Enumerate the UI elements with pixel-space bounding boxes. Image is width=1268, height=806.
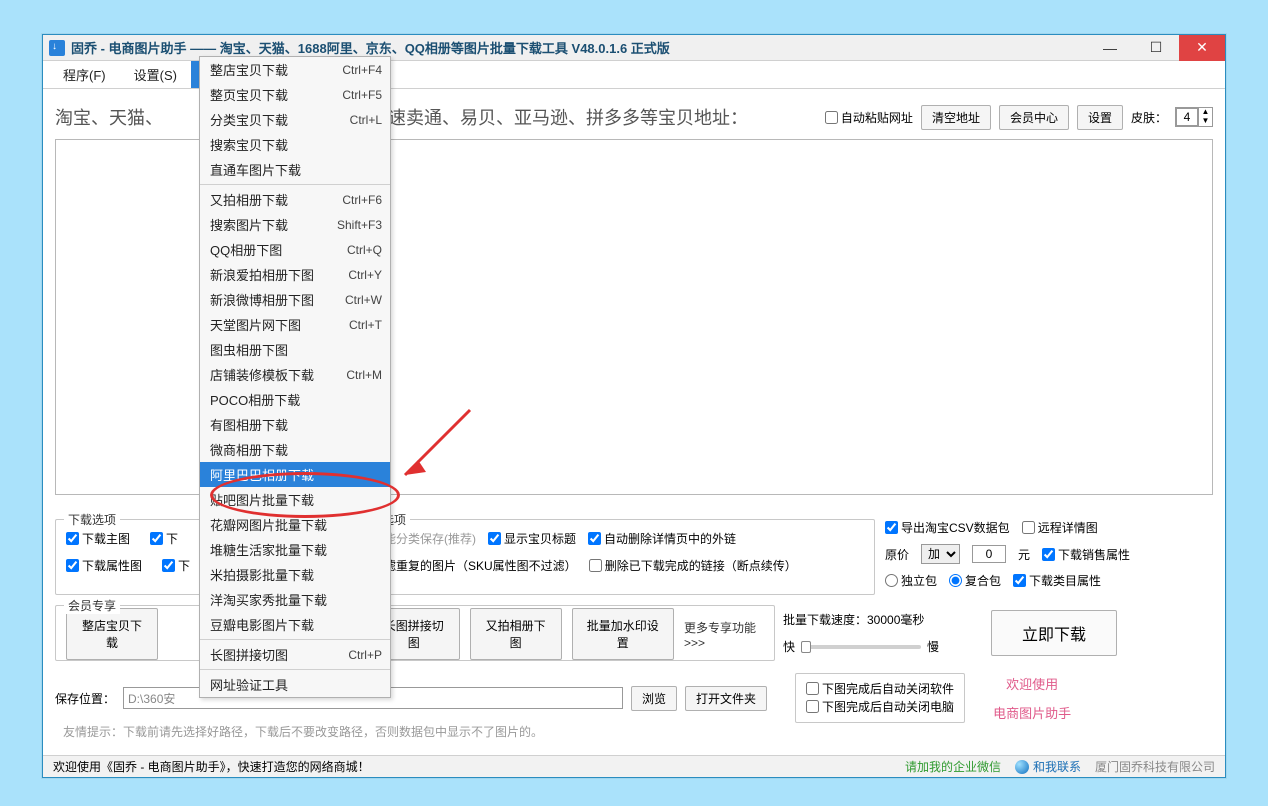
more-link[interactable]: 更多专享功能>>> [684,619,764,650]
member-center-button[interactable]: 会员中心 [999,105,1069,130]
speed-label: 批量下载速度：30000毫秒 [783,611,983,628]
dropdown-item[interactable]: QQ相册下图Ctrl+Q [200,237,390,262]
status-wechat[interactable]: 请加我的企业微信 [905,758,1001,775]
open-folder-button[interactable]: 打开文件夹 [685,686,767,711]
dropdown-item[interactable]: 网址验证工具 [200,672,390,697]
dropdown-item[interactable]: 阿里巴巴相册下载 [200,462,390,487]
function-options-group: 功能选项 智能分类保存(推荐) 显示宝贝标题 自动删除详情页中的外链 过滤重复的… [345,519,875,595]
speed-slider[interactable] [801,645,921,649]
member-group: 会员专享 整店宝贝下载 下载 长图拼接切图 又拍相册下图 批量加水印设置 更多专… [55,605,775,661]
dropdown-item[interactable]: 又拍相册下载Ctrl+F6 [200,187,390,212]
dropdown-item[interactable]: 新浪爱拍相册下图Ctrl+Y [200,262,390,287]
opt-remote-detail[interactable]: 远程详情图 [1022,519,1098,536]
price-value-input[interactable] [972,545,1006,563]
dropdown-item[interactable]: 直通车图片下载 [200,157,390,182]
btn-youpai[interactable]: 又拍相册下图 [470,608,562,660]
statusbar: 欢迎使用《固乔 - 电商图片助手》，快速打造您的网络商城！ 请加我的企业微信 和… [43,755,1225,777]
status-company: 厦门固乔科技有限公司 [1095,758,1215,775]
maximize-button[interactable]: ☐ [1133,35,1179,61]
dropdown-item[interactable]: 堆糖生活家批量下载 [200,537,390,562]
dropdown-item[interactable]: 图虫相册下图 [200,337,390,362]
menu-program[interactable]: 程序(F) [49,61,120,88]
opt-export-csv[interactable]: 导出淘宝CSV数据包 [885,519,1010,536]
dropdown-item[interactable]: 店铺装修模板下载Ctrl+M [200,362,390,387]
dropdown-item[interactable]: 搜索图片下载Shift+F3 [200,212,390,237]
dropdown-item[interactable]: 豆瓣电影图片下载 [200,612,390,637]
clear-address-button[interactable]: 清空地址 [921,105,991,130]
dropdown-item[interactable]: 米拍摄影批量下载 [200,562,390,587]
opt-del-ext[interactable]: 自动删除详情页中的外链 [588,530,736,547]
opt-cat-attr[interactable]: 下载类目属性 [1013,572,1101,589]
skin-label: 皮肤： [1131,109,1167,126]
opt-partial2[interactable]: 下 [162,557,190,574]
dropdown-item[interactable]: 整店宝贝下载Ctrl+F4 [200,57,390,82]
radio-combo[interactable]: 复合包 [949,572,1001,589]
price-op-select[interactable]: 加 [921,544,960,564]
tools-dropdown[interactable]: 整店宝贝下载Ctrl+F4整页宝贝下载Ctrl+F5分类宝贝下载Ctrl+L搜索… [199,56,391,698]
dropdown-item[interactable]: 贴吧图片批量下载 [200,487,390,512]
window-title: 固乔 - 电商图片助手 —— 淘宝、天猫、1688阿里、京东、QQ相册等图片批量… [71,38,670,57]
opt-del-done[interactable]: 删除已下载完成的链接（断点续传） [589,557,797,574]
save-label: 保存位置： [55,690,115,707]
close-button[interactable]: ✕ [1179,35,1225,61]
opt-partial1[interactable]: 下 [150,530,178,547]
dropdown-item[interactable]: 分类宝贝下载Ctrl+L [200,107,390,132]
download-now-button[interactable]: 立即下载 [991,610,1117,656]
dropdown-item[interactable]: 新浪微博相册下图Ctrl+W [200,287,390,312]
btn-whole-store[interactable]: 整店宝贝下载 [66,608,158,660]
browse-button[interactable]: 浏览 [631,686,677,711]
status-welcome: 欢迎使用《固乔 - 电商图片助手》，快速打造您的网络商城！ [53,758,370,775]
dropdown-item[interactable]: 微商相册下载 [200,437,390,462]
dropdown-item[interactable]: 洋淘买家秀批量下载 [200,587,390,612]
skin-spinner[interactable]: ▲▼ [1175,107,1213,127]
dropdown-item[interactable]: 长图拼接切图Ctrl+P [200,642,390,667]
radio-single[interactable]: 独立包 [885,572,937,589]
btn-watermark[interactable]: 批量加水印设置 [572,608,674,660]
menu-settings[interactable]: 设置(S) [120,61,191,88]
dropdown-item[interactable]: 天堂图片网下图Ctrl+T [200,312,390,337]
opt-show-title[interactable]: 显示宝贝标题 [488,530,576,547]
minimize-button[interactable]: — [1087,35,1133,61]
settings-button[interactable]: 设置 [1077,105,1123,130]
opt-close-pc[interactable]: 下图完成后自动关闭电脑 [806,698,954,715]
opt-main-img[interactable]: 下载主图 [66,530,130,547]
opt-attr-img[interactable]: 下载属性图 [66,557,142,574]
status-contact[interactable]: 和我联系 [1015,758,1081,775]
globe-icon [1015,760,1029,774]
auto-paste-checkbox[interactable]: 自动粘贴网址 [825,109,913,126]
save-tip: 友情提示：下载前请先选择好路径，下载后不要改变路径，否则数据包中显示不了图片的。 [63,723,1213,740]
dropdown-item[interactable]: 花瓣网图片批量下载 [200,512,390,537]
auto-close-group: 下图完成后自动关闭软件 下图完成后自动关闭电脑 [795,673,965,723]
dropdown-item[interactable]: 有图相册下载 [200,412,390,437]
welcome-link-1[interactable]: 欢迎使用 [1006,674,1058,693]
opt-sale-attr[interactable]: 下载销售属性 [1042,546,1130,563]
address-hint: 淘宝、天猫、 速卖通、易贝、亚马逊、拼多多等宝贝地址： [55,104,817,130]
dropdown-item[interactable]: 整页宝贝下载Ctrl+F5 [200,82,390,107]
app-icon [49,40,65,56]
csv-options: 导出淘宝CSV数据包 远程详情图 原价 加 元 下载销售属性 独立包 复合包 下… [885,519,1205,589]
dropdown-item[interactable]: POCO相册下载 [200,387,390,412]
opt-close-app[interactable]: 下图完成后自动关闭软件 [806,680,954,697]
dropdown-item[interactable]: 搜索宝贝下载 [200,132,390,157]
spin-down-icon[interactable]: ▼ [1198,117,1212,126]
welcome-link-2[interactable]: 电商图片助手 [993,703,1071,722]
